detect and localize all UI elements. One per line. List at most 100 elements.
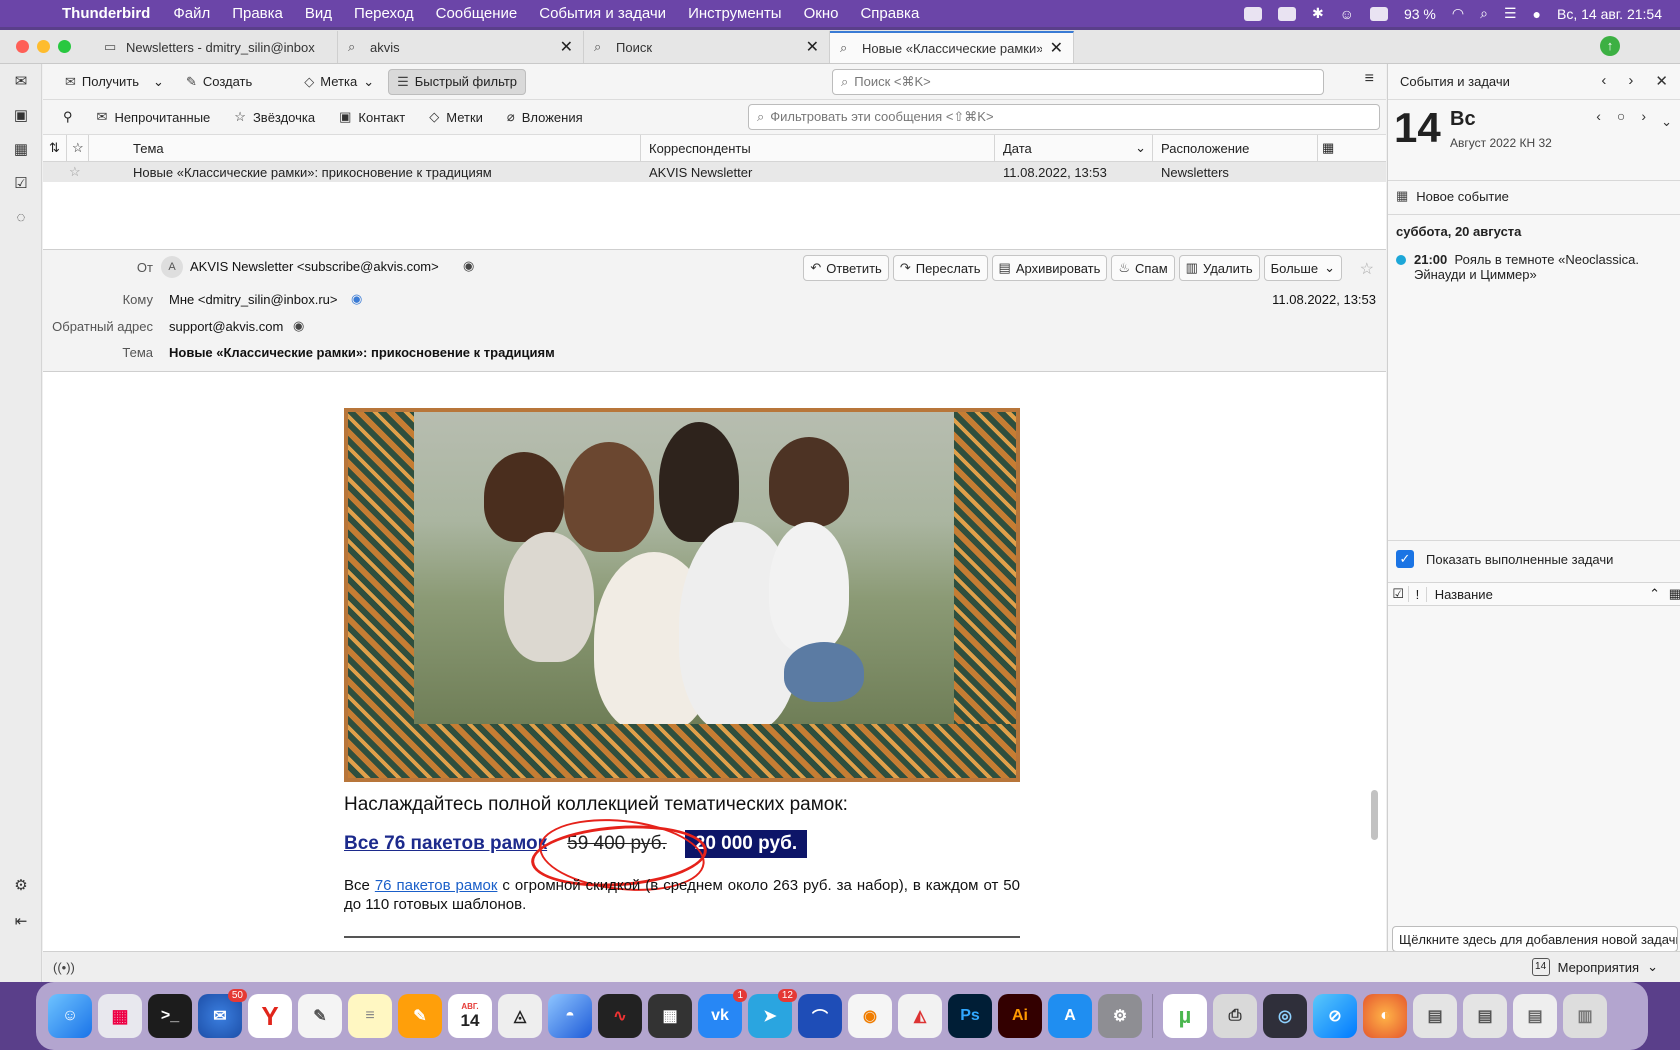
archive-button[interactable]: ▤ Архивировать — [991, 255, 1108, 281]
close-tab-icon[interactable]: ✕ — [560, 37, 573, 57]
close-icon[interactable]: ✕ — [1655, 72, 1668, 90]
bluetooth-icon[interactable]: ✱ — [1312, 5, 1324, 22]
contact-icon[interactable]: ◉ — [351, 291, 362, 307]
printer-icon[interactable]: ⎙ — [1213, 994, 1257, 1038]
mail-icon[interactable]: ✉ — [11, 72, 31, 92]
documents-stack-icon[interactable]: ▤ — [1513, 994, 1557, 1038]
alien-app-icon[interactable]: ◬ — [498, 994, 542, 1038]
add-task-input[interactable]: Щёлкните здесь для добавления новой зада… — [1392, 926, 1678, 952]
telegram-icon[interactable]: ➤ 12 — [748, 989, 797, 1038]
priority-column-icon[interactable]: ! — [1409, 586, 1427, 602]
filter-unread-button[interactable]: ✉ Непрочитанные — [87, 104, 221, 130]
clock[interactable]: Вс, 14 авг. 21:54 — [1557, 6, 1662, 22]
minimize-window-button[interactable] — [37, 40, 50, 53]
firefox-icon[interactable]: ◐ — [1363, 994, 1407, 1038]
menu-file[interactable]: Файл — [173, 5, 210, 22]
system-preferences-icon[interactable]: ⚙ — [1098, 994, 1142, 1038]
contact-icon[interactable]: ◉ — [463, 258, 474, 274]
chevron-down-icon[interactable]: ⌄ — [153, 74, 164, 90]
menu-view[interactable]: Вид — [305, 5, 332, 22]
chevron-left-icon[interactable]: ‹ — [1601, 72, 1606, 90]
get-messages-button[interactable]: ✉ Получить ⌄ — [57, 69, 172, 95]
menu-tools[interactable]: Инструменты — [688, 5, 782, 22]
siri-icon[interactable]: ● — [1533, 6, 1541, 22]
menu-help[interactable]: Справка — [860, 5, 919, 22]
from-value[interactable]: AKVIS Newsletter <subscribe@akvis.com> — [190, 259, 439, 274]
thread-column-icon[interactable]: ⇅ — [43, 134, 67, 162]
task-column-name[interactable]: Название — [1427, 587, 1649, 602]
pages-icon[interactable]: ✎ — [398, 994, 442, 1038]
voice-memos-icon[interactable]: ∿ — [598, 994, 642, 1038]
update-available-icon[interactable]: ↑ — [1600, 36, 1620, 56]
menu-go[interactable]: Переход — [354, 5, 414, 22]
column-date[interactable]: Дата ⌄ — [995, 134, 1153, 162]
calendar-icon[interactable]: ▦ — [11, 140, 31, 160]
menu-message[interactable]: Сообщение — [436, 5, 518, 22]
settings-gear-icon[interactable]: ⚙ — [11, 876, 31, 896]
junk-button[interactable]: ♨ Спам — [1111, 255, 1175, 281]
zoom-window-button[interactable] — [58, 40, 71, 53]
app-menu[interactable]: Thunderbird — [62, 5, 150, 22]
tab-search-akvis[interactable]: ⌕ akvis ✕ — [338, 31, 584, 63]
wifi-icon[interactable]: ◠ — [1452, 5, 1464, 22]
app-menu-icon[interactable]: ≡ — [1365, 70, 1374, 88]
affinity-icon[interactable]: ◭ — [898, 994, 942, 1038]
pin-icon[interactable]: ⚲ — [53, 104, 83, 130]
column-correspondents[interactable]: Корреспонденты — [641, 134, 995, 162]
vectornator-icon[interactable]: ⌒ — [798, 994, 842, 1038]
calendar-app-icon[interactable]: АВГ. 14 — [448, 994, 492, 1038]
filter-starred-button[interactable]: ☆ Звёздочка — [224, 104, 325, 130]
to-value[interactable]: Мне <dmitry_silin@inbox.ru> — [169, 292, 338, 307]
all-packs-link[interactable]: Все 76 пакетов рамок — [344, 833, 547, 855]
filter-tags-button[interactable]: ◇ Метки — [419, 104, 493, 130]
tab-message[interactable]: ⌕ Новые «Классические рамки» ✕ — [830, 31, 1074, 63]
today-pane-toggle[interactable]: 14 Мероприятия ⌄ — [1531, 958, 1658, 976]
app-store-icon[interactable]: A — [1048, 994, 1092, 1038]
scrollbar-thumb[interactable] — [1371, 790, 1378, 840]
quicktime-icon[interactable]: ◎ — [1263, 994, 1307, 1038]
thunderbird-icon[interactable]: ✉ 50 — [198, 989, 247, 1038]
close-tab-icon[interactable]: ✕ — [806, 37, 819, 57]
photoshop-icon[interactable]: Ps — [948, 994, 992, 1038]
vk-icon[interactable]: vk 1 — [698, 989, 747, 1038]
terminal-icon[interactable]: >_ — [148, 994, 192, 1038]
delete-button[interactable]: ▥ Удалить — [1178, 255, 1260, 281]
agenda-event[interactable]: 21:00 Рояль в темноте «Neoclassica. Эйна… — [1396, 252, 1672, 282]
downloads-stack-icon[interactable]: ▤ — [1413, 994, 1457, 1038]
filter-contact-button[interactable]: ▣ Контакт — [329, 104, 415, 130]
ufo-app-icon[interactable]: ◓ — [548, 994, 592, 1038]
tag-button[interactable]: ◇ Метка ⌄ — [296, 69, 382, 95]
finder-icon[interactable]: ☺ — [48, 994, 92, 1038]
quick-filter-button[interactable]: ☰ Быстрый фильтр — [388, 68, 527, 95]
tasks-icon[interactable]: ☑ — [11, 174, 31, 194]
safari-icon[interactable]: ⊘ — [1313, 994, 1357, 1038]
spotlight-icon[interactable]: ⌕ — [1480, 5, 1488, 22]
notes-icon[interactable]: ≡ — [348, 994, 392, 1038]
menu-window[interactable]: Окно — [804, 5, 839, 22]
column-subject[interactable]: Тема — [89, 134, 641, 162]
calculator-icon[interactable]: ▦ — [648, 994, 692, 1038]
today-circle-icon[interactable]: ○ — [1617, 108, 1625, 124]
write-button[interactable]: ✎ Создать — [178, 69, 260, 95]
tray-app-icon[interactable] — [1243, 6, 1262, 21]
launchpad-icon[interactable]: ▦ — [98, 994, 142, 1038]
new-event-button[interactable]: ▦ Новое событие — [1396, 188, 1509, 204]
column-picker-icon[interactable]: ▦ — [1669, 586, 1680, 602]
chat-icon[interactable]: ◌ — [11, 208, 31, 228]
show-completed-tasks[interactable]: ✓ Показать выполненные задачи — [1396, 550, 1613, 568]
message-row[interactable]: ☆ Новые «Классические рамки»: прикоснове… — [43, 162, 1386, 182]
chevron-up-icon[interactable]: ⌃ — [1649, 586, 1663, 602]
forward-button[interactable]: ↷ Переслать — [892, 255, 988, 281]
tab-search[interactable]: ⌕ Поиск ✕ — [584, 31, 830, 63]
emoji-icon[interactable]: ☺ — [1340, 6, 1354, 22]
menu-edit[interactable]: Правка — [232, 5, 283, 22]
online-status-icon[interactable]: ((•)) — [53, 960, 75, 975]
reply-button[interactable]: ↶ Ответить — [803, 255, 889, 281]
yandex-browser-icon[interactable]: Y — [248, 994, 292, 1038]
column-picker-icon[interactable]: ▦ — [1318, 135, 1342, 162]
trash-icon[interactable]: ▥ — [1563, 994, 1607, 1038]
menu-events-tasks[interactable]: События и задачи — [539, 5, 666, 22]
input-source-icon[interactable] — [1369, 6, 1388, 21]
contact-icon[interactable]: ◉ — [293, 318, 304, 334]
chevron-down-icon[interactable]: ⌄ — [1661, 114, 1672, 130]
